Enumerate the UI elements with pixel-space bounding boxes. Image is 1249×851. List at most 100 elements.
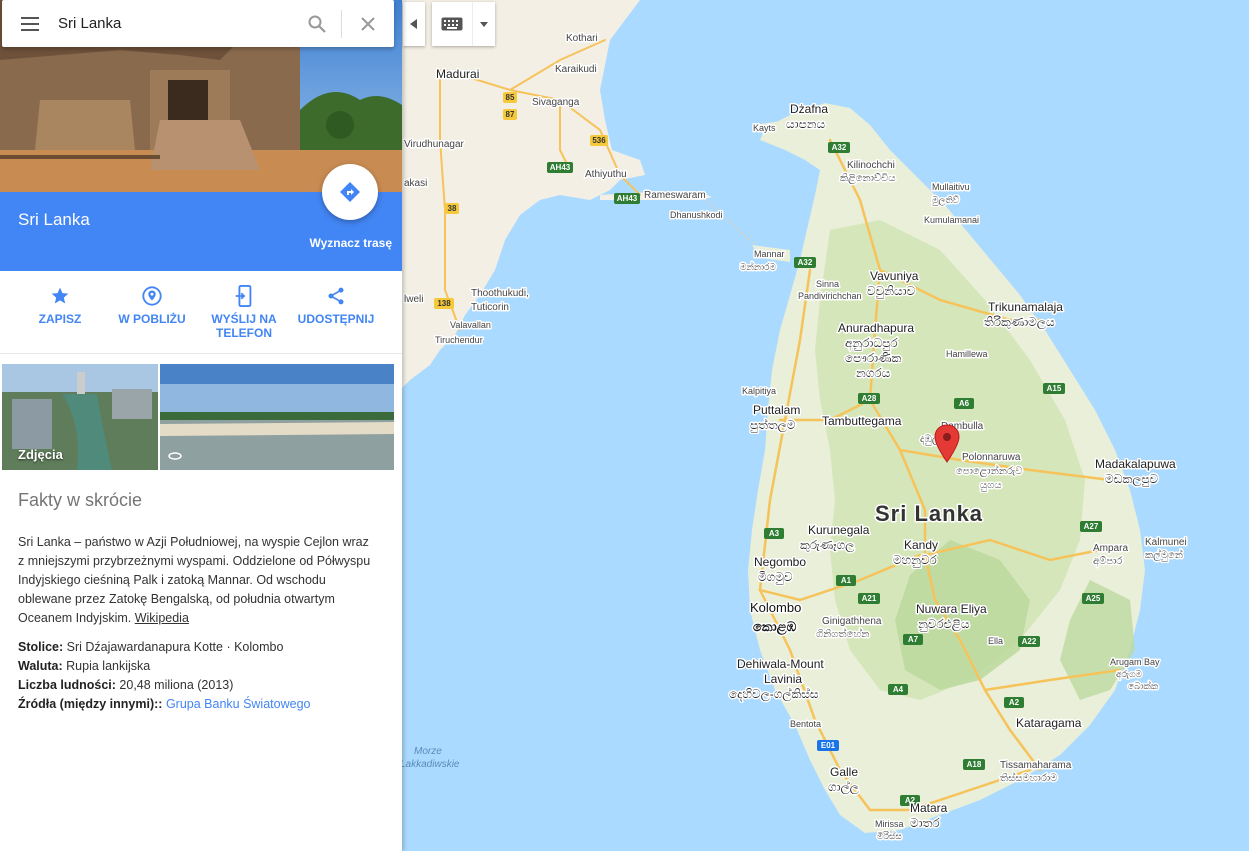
city-label: මහනුවර — [893, 553, 937, 567]
city-label: Madurai — [436, 67, 479, 81]
city-label: තිරිකුණාමලය — [984, 315, 1055, 330]
photos-thumbnail[interactable]: Zdjęcia — [2, 364, 158, 470]
road-shield: A18 — [963, 759, 985, 770]
city-label: තිස්සමහාරාම — [1000, 771, 1057, 784]
directions-button[interactable] — [322, 164, 378, 220]
city-label: මීගමුව — [758, 570, 793, 585]
city-label: යුගය — [980, 480, 1002, 491]
city-label: කිළිනොච්චිය — [840, 172, 896, 184]
fact-row: Waluta: Rupia lankijska — [18, 657, 378, 676]
city-label: මාතර — [910, 816, 940, 830]
city-label: Sivaganga — [532, 97, 580, 108]
fact-row: Źródła (między innymi):: Grupa Banku Świ… — [18, 695, 378, 714]
svg-text:A32: A32 — [832, 143, 847, 152]
city-label: Hamillewa — [946, 349, 988, 359]
svg-text:A1: A1 — [841, 576, 852, 585]
action-bar: ZAPISZ W POBLIŻU WYŚLIJ NA TELEFON UDOST… — [0, 271, 402, 354]
city-label: Dhanushkodi — [670, 210, 723, 220]
nearby-button[interactable]: W POBLIŻU — [107, 283, 197, 326]
city-label: Trikunamalaja — [988, 300, 1063, 314]
save-button[interactable]: ZAPISZ — [15, 283, 105, 326]
city-label: Madakalapuwa — [1095, 457, 1176, 471]
city-label: Kurunegala — [808, 523, 870, 537]
road-shield: A32 — [828, 142, 850, 153]
search-icon[interactable] — [293, 0, 341, 47]
photos-label: Zdjęcia — [18, 447, 63, 462]
city-label: Kalpitiya — [742, 386, 776, 396]
dropdown-arrow-icon[interactable] — [472, 2, 495, 46]
svg-text:AH43: AH43 — [617, 194, 638, 203]
road-shield: A2 — [1004, 697, 1024, 708]
city-label: පොළොන්නරුව — [956, 464, 1022, 477]
quick-facts: Fakty w skrócie Sri Lanka – państwo w Az… — [18, 490, 378, 714]
city-label: Kumulamanai — [924, 215, 979, 225]
menu-icon[interactable] — [2, 0, 58, 47]
city-label: Vavuniya — [870, 269, 919, 283]
road-shield: 85 — [503, 92, 517, 103]
water-label: Morze — [414, 746, 442, 757]
photo-strip: Zdjęcia — [2, 364, 394, 470]
city-label: Bentota — [790, 719, 821, 729]
city-label: Polonnaruwa — [962, 452, 1021, 463]
city-label: Valavallan — [450, 320, 491, 330]
city-label: Kilinochchi — [847, 160, 895, 171]
fact-key: Źródła (między innymi):: — [18, 697, 163, 711]
svg-text:138: 138 — [437, 299, 451, 308]
city-label: Mannar — [754, 249, 785, 259]
svg-text:A18: A18 — [967, 760, 982, 769]
road-shield: 536 — [590, 135, 608, 146]
city-label: අනුරාධපුර — [845, 336, 898, 351]
share-button[interactable]: UDOSTĘPNIJ — [291, 283, 381, 326]
svg-text:A4: A4 — [893, 685, 904, 694]
svg-text:A32: A32 — [798, 258, 813, 267]
city-label: Virudhunagar — [404, 139, 465, 150]
360-icon — [168, 452, 182, 460]
description-text: Sri Lanka – państwo w Azji Południowej, … — [18, 535, 371, 625]
svg-text:85: 85 — [506, 93, 515, 102]
city-label: කල්මුනේ — [1145, 548, 1183, 561]
panorama-thumbnail[interactable] — [160, 364, 394, 470]
send-to-phone-button[interactable]: WYŚLIJ NA TELEFON — [199, 283, 289, 340]
source-link[interactable]: Grupa Banku Światowego — [166, 697, 311, 711]
svg-text:A3: A3 — [769, 529, 780, 538]
city-label: පුත්තලම — [750, 418, 796, 433]
city-label: Pandivirichchan — [798, 291, 862, 301]
collapse-panel-button[interactable] — [403, 2, 425, 46]
city-label: ගිනිගත්හේන — [816, 627, 869, 640]
fact-key: Stolice: — [18, 640, 64, 654]
search-box[interactable]: Sri Lanka — [2, 0, 394, 47]
close-icon[interactable] — [342, 0, 394, 47]
share-icon — [291, 283, 381, 309]
keyboard-icon[interactable] — [432, 17, 472, 31]
city-label: Tissamaharama — [1000, 760, 1072, 771]
svg-text:A22: A22 — [1022, 637, 1037, 646]
search-input[interactable]: Sri Lanka — [58, 15, 293, 32]
svg-text:A21: A21 — [862, 594, 877, 603]
city-label: Mirissa — [875, 819, 904, 829]
city-label: මුලතිව් — [931, 195, 959, 206]
road-shield: A21 — [858, 593, 880, 604]
svg-text:A6: A6 — [959, 399, 970, 408]
city-label: කොළඹ — [753, 619, 797, 636]
directions-label[interactable]: Wyznacz trasę — [310, 236, 392, 250]
city-label: Rameswaram — [644, 190, 706, 201]
svg-text:A7: A7 — [908, 635, 919, 644]
nearby-pin-icon — [107, 283, 197, 309]
input-tools-button[interactable] — [432, 2, 495, 46]
place-title: Sri Lanka — [18, 210, 90, 229]
wikipedia-link[interactable]: Wikipedia — [135, 611, 189, 625]
city-label: නගරය — [856, 366, 891, 380]
city-label: Lavinia — [764, 672, 802, 686]
city-label: වවුනියාව — [867, 284, 916, 299]
city-label: Tuticorin — [471, 302, 509, 313]
city-label: දෙහිවල-ගල්කිස්ස — [729, 687, 819, 702]
city-label: Tambuttegama — [822, 414, 902, 428]
city-label: Kayts — [753, 123, 776, 133]
road-shield: A6 — [954, 398, 974, 409]
city-label: Negombo — [754, 555, 806, 569]
city-label: Kataragama — [1016, 716, 1082, 730]
directions-icon — [340, 182, 360, 202]
city-label: අරුගම — [1116, 669, 1143, 680]
city-label: ගාල්ල — [828, 780, 859, 795]
city-label: Kalmunei — [1145, 537, 1187, 548]
